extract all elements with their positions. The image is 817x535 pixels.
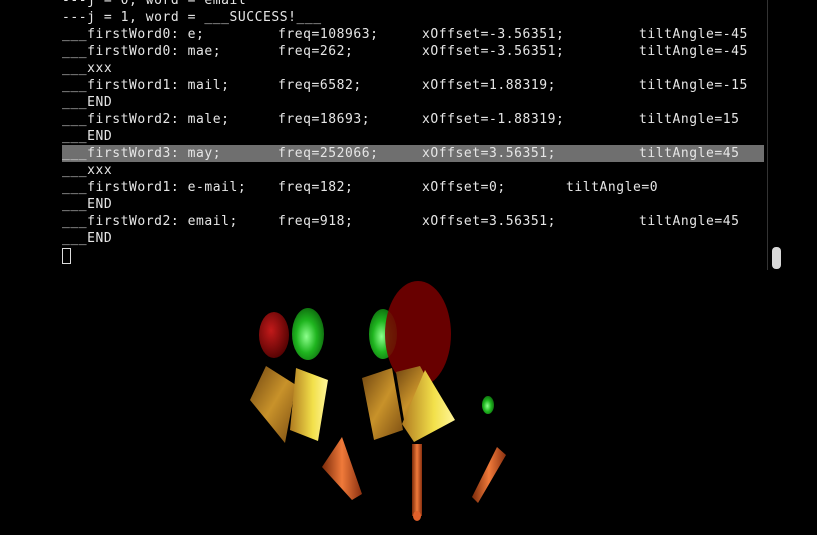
terminal-field: xOffset=-3.56351; [422,27,565,42]
gold-panel [250,366,296,443]
terminal-field: ___END [62,231,113,246]
red-sphere [259,312,289,358]
terminal-field: ___END [62,95,113,110]
terminal-field: tiltAngle=0 [566,180,659,195]
terminal-field: freq=6582; [278,78,362,93]
gold-panel [362,368,403,440]
terminal-line: ___END [62,196,769,213]
terminal-line: ___firstWord2: email; freq=918; xOffset=3.… [62,213,769,230]
terminal-output: ---j = 0, word = email ---j = 1, word = _… [62,0,769,264]
terminal-field: ___xxx [62,163,113,178]
terminal-field: xOffset=1.88319; [422,78,557,93]
green-sphere [482,396,494,414]
terminal-line: ___xxx [62,162,769,179]
terminal-field: ___firstWord3: may; [62,146,222,161]
terminal-field: freq=182; [278,180,354,195]
terminal-field: ___firstWord0: mae; [62,44,222,59]
terminal-field: xOffset=3.56351; [422,146,557,161]
terminal-line: ___firstWord1: e-mail; freq=182; xOffset=0… [62,179,769,196]
terminal-line: ___END [62,230,769,247]
terminal-field: freq=18693; [278,112,371,127]
terminal-field: freq=918; [278,214,354,229]
terminal-field: ___firstWord1: mail; [62,78,230,93]
yellow-panel [290,368,328,441]
orange-cone [472,447,506,503]
terminal-field: ___firstWord2: male; [62,112,230,127]
terminal-field: ___firstWord0: e; [62,27,205,42]
orange-cone [322,437,362,500]
terminal-field: tiltAngle=-45 [639,44,748,59]
terminal-field: freq=252066; [278,146,379,161]
terminal-field: ___xxx [62,61,113,76]
terminal-field: xOffset=0; [422,180,506,195]
terminal-line: ___END [62,128,769,145]
terminal-field: ---j = 1, word = ___SUCCESS!___ [62,10,322,25]
terminal-field: ---j = 0, word = email [62,0,247,8]
terminal-field: xOffset=-1.88319; [422,112,565,127]
text-cursor [62,248,71,264]
terminal-line: ___firstWord2: male; freq=18693; xOffset=-… [62,111,769,128]
terminal-field: ___firstWord2: email; [62,214,238,229]
terminal-prompt[interactable] [62,247,769,264]
terminal-field: xOffset=3.56351; [422,214,557,229]
terminal-field: xOffset=-3.56351; [422,44,565,59]
terminal-field: tiltAngle=-45 [639,27,748,42]
terminal-field: ___END [62,197,113,212]
orange-cylinder-end [413,511,421,521]
terminal-line: ___firstWord1: mail; freq=6582; xOffset=1.… [62,77,769,94]
scrollbar-thumb[interactable] [772,247,781,269]
terminal-field: ___END [62,129,113,144]
terminal-line: ___xxx [62,60,769,77]
terminal-field: freq=262; [278,44,354,59]
terminal-scrollbar[interactable] [767,0,785,270]
terminal-line: ---j = 1, word = ___SUCCESS!___ [62,9,769,26]
terminal-line-selected: ___firstWord3: may; freq=252066; xOffset=3… [62,145,769,162]
terminal-line: ___firstWord0: mae; freq=262; xOffset=-3.5… [62,43,769,60]
terminal-line: ___END [62,94,769,111]
render-viewport[interactable] [0,270,817,535]
terminal-field: freq=108963; [278,27,379,42]
terminal-field: tiltAngle=-15 [639,78,748,93]
green-sphere [292,308,324,360]
terminal-field: tiltAngle=45 [639,146,740,161]
terminal-line: ---j = 0, word = email [62,0,769,9]
terminal-field: tiltAngle=45 [639,214,740,229]
terminal-line: ___firstWord0: e; freq=108963; xOffset=-3.… [62,26,769,43]
terminal-field: ___firstWord1: e-mail; [62,180,247,195]
terminal-field: tiltAngle=15 [639,112,740,127]
orange-cylinder [412,444,422,516]
terminal-window[interactable]: ---j = 0, word = email ---j = 1, word = _… [0,0,817,270]
